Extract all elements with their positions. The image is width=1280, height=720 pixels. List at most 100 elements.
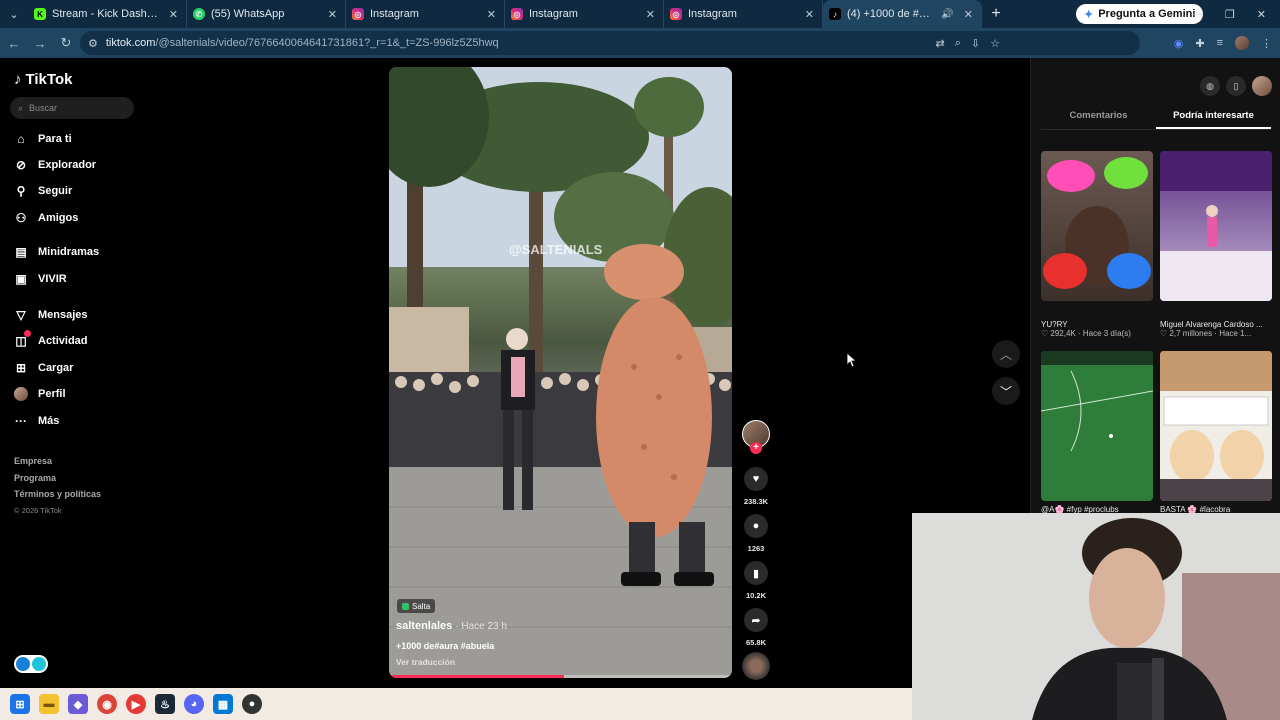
bookmark-star-icon[interactable]: ☆ xyxy=(990,37,1000,50)
footer-link-terminos[interactable]: Términos y políticas xyxy=(14,486,101,503)
suggested-author[interactable]: YU?RY xyxy=(1041,320,1153,329)
site-info-icon[interactable]: ⚙ xyxy=(88,37,98,50)
address-bar[interactable]: ⚙ tiktok.com/@saltenials/video/767664006… xyxy=(80,31,1140,55)
nav-item-seguir[interactable]: ⚲ Seguir xyxy=(14,184,73,198)
restore-icon[interactable]: ❐ xyxy=(1225,8,1235,21)
close-window-icon[interactable]: ✕ xyxy=(1257,8,1266,21)
browser-tab-whatsapp[interactable]: ✆ (55) WhatsApp ✕ xyxy=(187,0,346,28)
music-disc-icon[interactable] xyxy=(742,652,770,680)
comment-icon[interactable]: ● xyxy=(744,514,768,538)
minimize-icon[interactable]: — xyxy=(1192,8,1203,20)
browser-tab-instagram-1[interactable]: ◎ Instagram ✕ xyxy=(346,0,505,28)
tiktok-logo[interactable]: ♪ TikTok xyxy=(14,71,72,88)
nav-item-explorador[interactable]: ⊘ Explorador xyxy=(14,158,96,172)
suggested-stats: ♡ 292,4K · Hace 3 día(s) xyxy=(1041,329,1131,338)
nav-item-actividad[interactable]: ◫ Actividad xyxy=(14,330,88,348)
close-tab-icon[interactable]: ✕ xyxy=(805,8,814,21)
nav-item-para-ti[interactable]: ⌂ Para ti xyxy=(14,132,72,146)
close-tab-icon[interactable]: ✕ xyxy=(487,8,496,21)
install-icon[interactable]: ⇩ xyxy=(971,37,980,50)
location-tag[interactable]: Salta xyxy=(397,599,436,613)
previous-video-button[interactable]: ︿ xyxy=(992,340,1020,368)
steam-icon[interactable]: ♨ xyxy=(155,694,175,714)
video-author[interactable]: saltenlales xyxy=(396,620,452,632)
tab-comentarios[interactable]: Comentarios xyxy=(1041,106,1156,129)
nav-item-vivir[interactable]: ▣ VIVIR xyxy=(14,272,66,286)
tab-search-chevron-icon[interactable]: ⌄ xyxy=(0,0,28,28)
suggested-author[interactable]: Miguel Alvarenga Cardoso ... xyxy=(1160,320,1272,329)
nav-label: Para ti xyxy=(38,133,72,145)
close-tab-icon[interactable]: ✕ xyxy=(169,8,178,21)
user-avatar[interactable] xyxy=(1252,76,1272,96)
notification-dot xyxy=(24,330,31,337)
share-arrow-icon[interactable]: ➦ xyxy=(744,608,768,632)
discord-icon[interactable]: ◕ xyxy=(184,694,204,714)
like-heart-icon[interactable]: ♥ xyxy=(744,467,768,491)
url-text: tiktok.com/@saltenials/video/76766400646… xyxy=(105,37,499,49)
media-icon[interactable]: ≡ xyxy=(1217,37,1223,49)
instagram-icon: ◎ xyxy=(670,8,682,20)
close-tab-icon[interactable]: ✕ xyxy=(646,8,655,21)
browser-tab-tiktok[interactable]: ♪ (4) +1000 de #aura #abuela 🔊 ✕ xyxy=(823,0,982,28)
tab-podria-interesarte[interactable]: Podría interesarte xyxy=(1156,106,1271,129)
nav-item-cargar[interactable]: ⊞ Cargar xyxy=(14,361,74,375)
media-player-icon[interactable]: ▶ xyxy=(126,694,146,714)
chrome-icon[interactable]: ◉ xyxy=(97,694,117,714)
nav-label: Amigos xyxy=(38,212,79,224)
close-tab-icon[interactable]: ✕ xyxy=(328,8,337,21)
instagram-icon: ◎ xyxy=(352,8,364,20)
video-watermark: @SALTENIALS xyxy=(509,242,603,257)
compass-icon: ⊘ xyxy=(15,158,27,172)
browser-tab-kick[interactable]: K Stream - Kick Dashboard ✕ xyxy=(28,0,187,28)
nav-item-minidramas[interactable]: ▤ Minidramas xyxy=(14,245,99,259)
tiktok-sidebar: ♪ TikTok ⌕ Buscar ⌂ Para ti ⊘ Explorador ⚲… xyxy=(0,58,150,688)
instagram-icon: ◎ xyxy=(511,8,523,20)
nav-item-mas[interactable]: ··· Más xyxy=(14,414,59,428)
search-input[interactable]: ⌕ Buscar xyxy=(10,97,134,119)
suggested-video-thumbnail[interactable] xyxy=(1160,151,1272,301)
kebab-menu-icon[interactable]: ⋮ xyxy=(1261,37,1272,50)
footer-links: Empresa Programa Términos y políticas © … xyxy=(14,453,101,519)
forward-arrow-icon[interactable]: → xyxy=(28,31,52,55)
video-player[interactable]: @SALTENIALS Salta saltenlales · Hace 23 h… xyxy=(389,67,732,678)
ask-gemini-button[interactable]: ✦ Pregunta a Gemini xyxy=(1076,4,1204,24)
reload-icon[interactable]: ↻ xyxy=(54,31,78,55)
footer-link-empresa[interactable]: Empresa xyxy=(14,453,101,470)
video-progress-bar[interactable] xyxy=(389,675,732,678)
back-arrow-icon[interactable]: ← xyxy=(2,31,26,55)
search-icon: ⌕ xyxy=(18,102,24,113)
translate-icon[interactable]: ⇄ xyxy=(936,37,945,50)
puzzle-icon[interactable]: ✚ xyxy=(1195,37,1204,50)
app-icon[interactable]: ◆ xyxy=(68,694,88,714)
windows-start-icon[interactable]: ⊞ xyxy=(10,694,30,714)
next-video-button[interactable]: ﹀ xyxy=(992,377,1020,405)
gemini-icon: ✦ xyxy=(1084,8,1094,21)
panel-tabs: Comentarios Podría interesarte xyxy=(1041,106,1271,130)
comment-count: 1263 xyxy=(747,544,765,553)
bookmark-icon[interactable]: ▮ xyxy=(744,561,768,585)
footer-link-programa[interactable]: Programa xyxy=(14,470,101,487)
new-tab-button[interactable]: + xyxy=(982,5,1010,23)
nav-item-mensajes[interactable]: ▽ Mensajes xyxy=(14,308,87,322)
suggested-video-thumbnail[interactable] xyxy=(1160,351,1272,501)
get-app-toggle[interactable] xyxy=(14,655,48,673)
nav-item-perfil[interactable]: Perfil xyxy=(14,387,66,401)
window-controls: — ❐ ✕ xyxy=(1192,0,1280,28)
extension-icon[interactable]: ◉ xyxy=(1174,37,1184,50)
browser-tab-instagram-2[interactable]: ◎ Instagram ✕ xyxy=(505,0,664,28)
browser-tab-instagram-3[interactable]: ◎ Instagram ✕ xyxy=(664,0,823,28)
close-tab-icon[interactable]: ✕ xyxy=(964,8,973,21)
translate-link[interactable]: Ver traducción xyxy=(396,657,455,667)
speaker-icon[interactable]: 🔊 xyxy=(941,9,953,20)
suggested-video-thumbnail[interactable] xyxy=(1041,351,1153,501)
profile-avatar[interactable] xyxy=(1235,36,1249,50)
store-icon[interactable]: ▦ xyxy=(213,694,233,714)
follow-plus-icon[interactable]: + xyxy=(750,442,762,454)
coins-icon[interactable]: ◍ xyxy=(1200,76,1220,96)
nav-item-amigos[interactable]: ⚇ Amigos xyxy=(14,211,79,225)
zoom-icon[interactable]: ⌕ xyxy=(955,37,961,50)
file-explorer-icon[interactable]: ▬ xyxy=(39,694,59,714)
device-icon[interactable]: ▯ xyxy=(1226,76,1246,96)
obs-icon[interactable]: ● xyxy=(242,694,262,714)
suggested-video-thumbnail[interactable] xyxy=(1041,151,1153,301)
